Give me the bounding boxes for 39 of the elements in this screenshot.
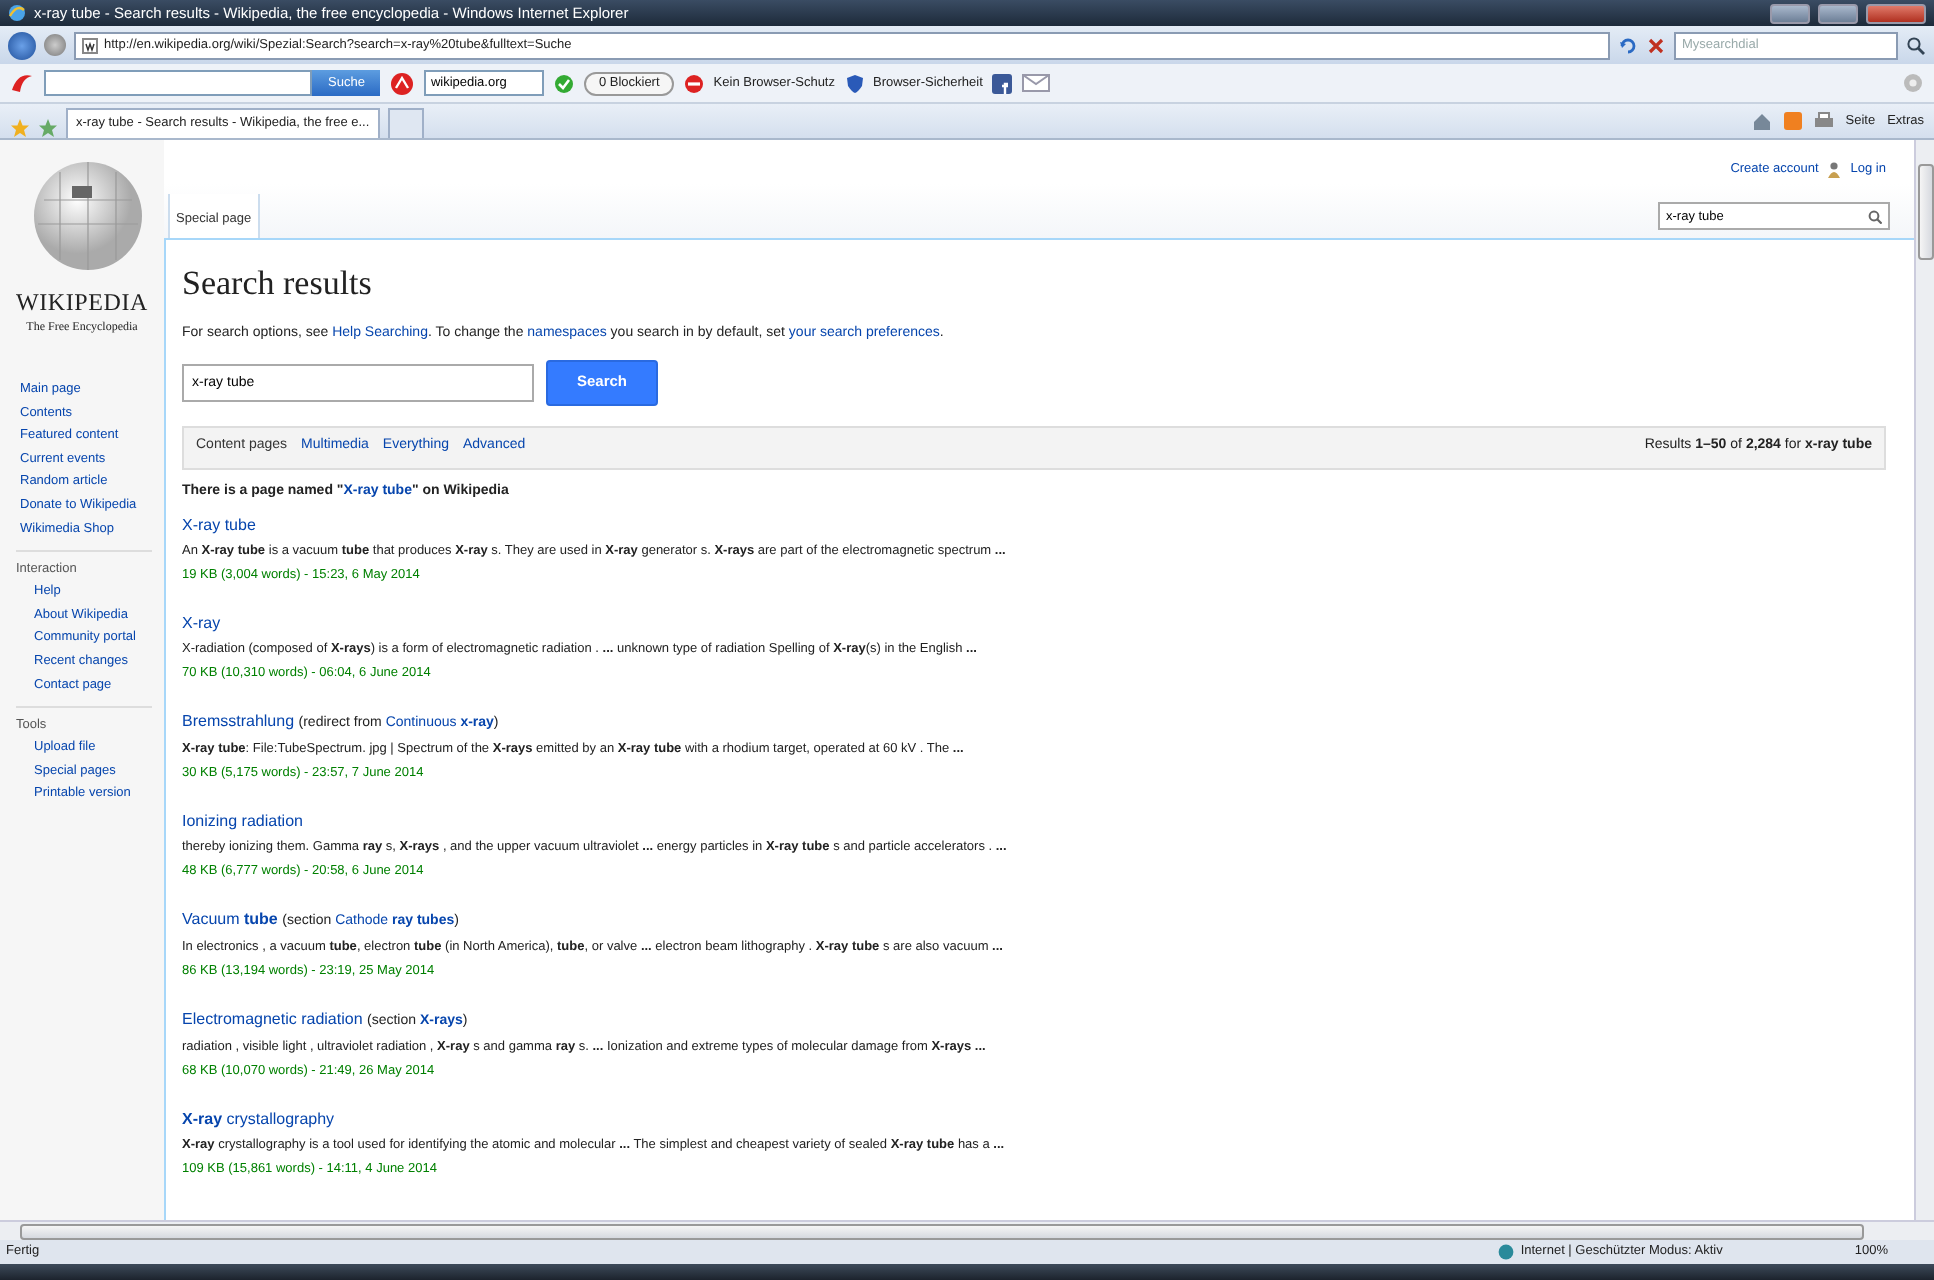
check-icon: [554, 73, 575, 93]
result-title[interactable]: Vacuum tube: [182, 910, 278, 928]
page-heading: Search results: [182, 264, 374, 304]
browser-logo-icon: [8, 4, 26, 22]
stop-icon[interactable]: [1646, 35, 1666, 55]
vertical-scrollbar[interactable]: [1914, 140, 1934, 1220]
social-icon[interactable]: [992, 73, 1013, 93]
feed-icon[interactable]: [1783, 111, 1802, 130]
scroll-thumb[interactable]: [1917, 164, 1933, 260]
result-title[interactable]: Electromagnetic radiation: [182, 1010, 363, 1028]
result-title[interactable]: Bremsstrahlung: [182, 712, 295, 730]
result-title[interactable]: X-ray crystallography: [182, 1110, 335, 1128]
star-plus-icon[interactable]: [38, 118, 58, 138]
maximize-button[interactable]: [1818, 3, 1858, 23]
result-title[interactable]: Ionizing radiation: [182, 812, 303, 830]
globe-icon: [1498, 1244, 1515, 1260]
result-title[interactable]: X-ray tube: [182, 516, 256, 534]
back-button[interactable]: [8, 31, 36, 59]
new-tab-button[interactable]: [387, 108, 424, 138]
home-icon[interactable]: [1751, 111, 1772, 130]
result-title[interactable]: X-ray: [182, 614, 221, 632]
search-field[interactable]: [44, 70, 312, 96]
user-icon: [1828, 162, 1841, 178]
close-button[interactable]: [1866, 3, 1926, 23]
refresh-icon[interactable]: [1618, 35, 1638, 55]
horizontal-scrollbar[interactable]: [0, 1220, 1934, 1240]
no-entry-icon: [683, 73, 704, 93]
page-icon: [82, 37, 98, 53]
star-icon[interactable]: [10, 118, 30, 138]
forward-button[interactable]: [44, 34, 66, 56]
gear-icon[interactable]: [1902, 72, 1924, 94]
scroll-thumb[interactable]: [20, 1223, 1864, 1239]
printer-icon[interactable]: [1813, 111, 1834, 130]
mail-icon[interactable]: [1022, 74, 1051, 92]
globe-logo-icon: [32, 160, 144, 272]
search-icon[interactable]: [1868, 209, 1882, 223]
minimize-button[interactable]: [1770, 3, 1810, 23]
wordmark: WIKIPEDIA: [13, 286, 151, 320]
search-icon[interactable]: [1906, 35, 1926, 55]
